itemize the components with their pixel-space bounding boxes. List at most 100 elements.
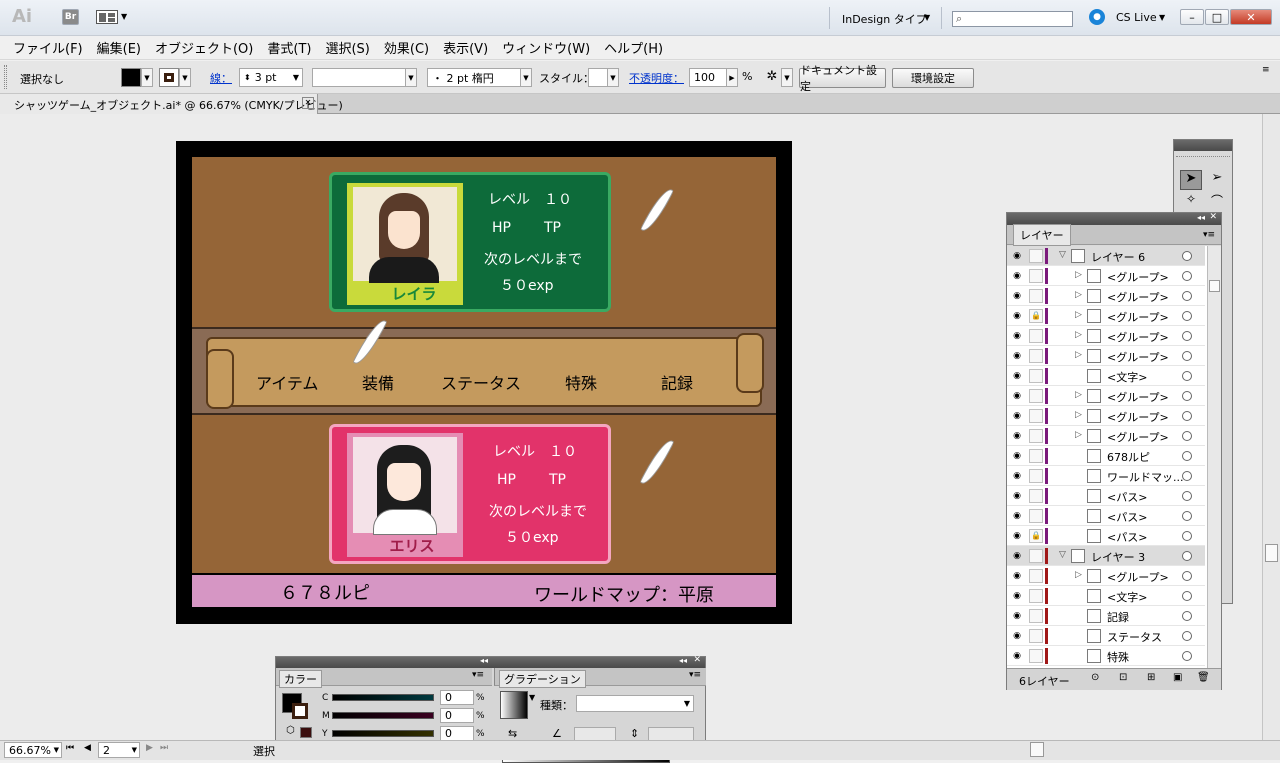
direct-selection-tool-icon[interactable]: ➢ <box>1206 170 1228 190</box>
color-tab-label[interactable]: カラー <box>279 670 322 688</box>
layer-item-row[interactable]: ◉ ▷ <グループ> <box>1007 566 1205 586</box>
target-circle-icon[interactable] <box>1182 531 1192 541</box>
visibility-eye-icon[interactable]: ◉ <box>1011 590 1023 602</box>
chevron-down-icon[interactable]: ▼ <box>924 13 930 22</box>
layer-item-row[interactable]: ◉ ▷ <グループ> <box>1007 286 1205 306</box>
document-setup-button[interactable]: ドキュメント設定 <box>799 64 886 93</box>
menu-item-items[interactable]: アイテム <box>256 370 318 394</box>
out-of-gamut-icon[interactable]: ⬡ <box>286 725 295 736</box>
color-tab[interactable]: カラー ▾≡ <box>276 668 492 688</box>
target-circle-icon[interactable] <box>1182 571 1192 581</box>
target-circle-icon[interactable] <box>1182 371 1192 381</box>
new-sublayer-icon[interactable]: ⊞ <box>1147 672 1155 683</box>
target-circle-icon[interactable] <box>1182 391 1192 401</box>
aspect-ratio-icon[interactable]: ⇕ <box>630 727 639 740</box>
selection-tool-icon[interactable]: ➤ <box>1180 170 1202 190</box>
character-card-leila[interactable]: レイラ レベル １０ HP TP 次のレベルまで ５０exp <box>329 172 611 312</box>
target-circle-icon[interactable] <box>1182 611 1192 621</box>
stroke-swatch[interactable] <box>159 68 179 87</box>
style-dropdown[interactable]: ▼ <box>607 68 619 87</box>
target-circle-icon[interactable] <box>1182 631 1192 641</box>
visibility-eye-icon[interactable]: ◉ <box>1011 270 1023 282</box>
layer-item-row[interactable]: ◉ ▷ <グループ> <box>1007 386 1205 406</box>
artboard-number-field[interactable]: 2 ▼ <box>98 742 140 758</box>
panel-menu-icon[interactable]: ▾≡ <box>689 670 701 680</box>
lock-toggle[interactable] <box>1029 509 1043 523</box>
workspace-switcher[interactable]: InDesign タイプ <box>842 11 927 27</box>
layers-scrollbar[interactable] <box>1207 246 1221 668</box>
layer-item-row[interactable]: ◉ 記録 <box>1007 606 1205 626</box>
lock-toggle[interactable] <box>1029 249 1043 263</box>
collapse-icon[interactable]: ◂◂ <box>679 656 687 665</box>
lock-toggle[interactable] <box>1029 409 1043 423</box>
visibility-eye-icon[interactable]: ◉ <box>1011 450 1023 462</box>
lock-toggle[interactable] <box>1029 469 1043 483</box>
stroke-link[interactable]: 線： <box>210 70 232 86</box>
recolor-dropdown[interactable]: ▼ <box>781 68 793 87</box>
target-circle-icon[interactable] <box>1182 291 1192 301</box>
fill-dropdown[interactable]: ▼ <box>141 68 153 87</box>
opacity-stepper[interactable]: ▶ <box>726 68 738 87</box>
expand-triangle-icon[interactable]: ▽ <box>1059 250 1066 260</box>
collapse-triangle-icon[interactable]: ▷ <box>1075 350 1082 360</box>
character-card-eris[interactable]: エリス レベル １０ HP TP 次のレベルまで ５０exp <box>329 424 611 564</box>
menu-object[interactable]: オブジェクト(O) <box>148 38 260 57</box>
target-circle-icon[interactable] <box>1182 551 1192 561</box>
lock-toggle[interactable] <box>1029 569 1043 583</box>
minimize-button[interactable]: – <box>1180 9 1204 25</box>
collapse-triangle-icon[interactable]: ▷ <box>1075 290 1082 300</box>
grip-handle[interactable] <box>1176 156 1230 159</box>
brush-field[interactable]: ・ 2 pt 楕円 <box>427 68 521 87</box>
lock-toggle[interactable] <box>1029 349 1043 363</box>
collapse-triangle-icon[interactable]: ▷ <box>1075 410 1082 420</box>
menu-view[interactable]: 表示(V) <box>436 38 495 57</box>
layer-item-row[interactable]: ◉ ▷ <グループ> <box>1007 266 1205 286</box>
menu-help[interactable]: ヘルプ(H) <box>597 38 670 57</box>
chevron-down-icon[interactable]: ▼ <box>293 73 299 82</box>
next-artboard-icon[interactable]: ▶ <box>146 743 153 753</box>
menu-select[interactable]: 選択(S) <box>318 38 376 57</box>
chevron-down-icon[interactable]: ▼ <box>121 12 127 21</box>
visibility-eye-icon[interactable]: ◉ <box>1011 650 1023 662</box>
layer-item-row[interactable]: ◉ <文字> <box>1007 586 1205 606</box>
layer-row[interactable]: ◉ ▽ レイヤー 3 <box>1007 546 1205 566</box>
recolor-icon[interactable]: ✲ <box>763 69 781 87</box>
lock-toggle[interactable] <box>1029 389 1043 403</box>
gradient-preview[interactable] <box>500 691 528 719</box>
visibility-eye-icon[interactable]: ◉ <box>1011 350 1023 362</box>
chevron-down-icon[interactable]: ▼ <box>54 746 59 754</box>
first-artboard-icon[interactable]: ⏮ <box>66 743 74 753</box>
target-circle-icon[interactable] <box>1182 251 1192 261</box>
channel-slider[interactable] <box>332 694 434 701</box>
new-layer-icon[interactable]: ▣ <box>1173 672 1182 683</box>
variable-width-field[interactable] <box>312 68 406 87</box>
menu-effect[interactable]: 効果(C) <box>377 38 436 57</box>
reverse-gradient-icon[interactable]: ⇆ <box>508 727 517 740</box>
target-circle-icon[interactable] <box>1182 471 1192 481</box>
stroke-color-swatch[interactable] <box>292 703 308 719</box>
scroll-thumb[interactable] <box>1209 280 1220 292</box>
stroke-weight-field[interactable]: ⬍ 3 pt ▼ <box>239 68 303 87</box>
brush-dropdown[interactable]: ▼ <box>520 68 532 87</box>
chevron-down-icon[interactable]: ▼ <box>529 693 535 702</box>
target-circle-icon[interactable] <box>1182 311 1192 321</box>
document-tab[interactable]: シャッツゲーム_オブジェクト.ai* @ 66.67% (CMYK/プレビュー)… <box>0 94 343 114</box>
menu-file[interactable]: ファイル(F) <box>6 38 90 57</box>
panel-header[interactable]: ◂◂ ◂◂ ✕ <box>276 655 705 668</box>
target-circle-icon[interactable] <box>1182 511 1192 521</box>
menu-item-status[interactable]: ステータス <box>441 370 521 394</box>
channel-value-field[interactable]: 0 <box>440 708 474 723</box>
cs-live-icon[interactable]: ● <box>1089 9 1105 25</box>
visibility-eye-icon[interactable]: ◉ <box>1011 410 1023 422</box>
chevron-down-icon[interactable]: ▼ <box>684 699 690 708</box>
layer-item-row[interactable]: ◉ <パス> <box>1007 506 1205 526</box>
layer-item-row[interactable]: ◉ ▷ <グループ> <box>1007 326 1205 346</box>
visibility-eye-icon[interactable]: ◉ <box>1011 510 1023 522</box>
panel-menu-icon[interactable]: ▾≡ <box>472 670 484 680</box>
style-swatch[interactable] <box>588 68 608 87</box>
opacity-field[interactable]: 100 <box>689 68 727 87</box>
expand-triangle-icon[interactable]: ▽ <box>1059 550 1066 560</box>
close-button[interactable]: ✕ <box>1230 9 1272 25</box>
target-circle-icon[interactable] <box>1182 591 1192 601</box>
fill-swatch[interactable] <box>121 68 141 87</box>
